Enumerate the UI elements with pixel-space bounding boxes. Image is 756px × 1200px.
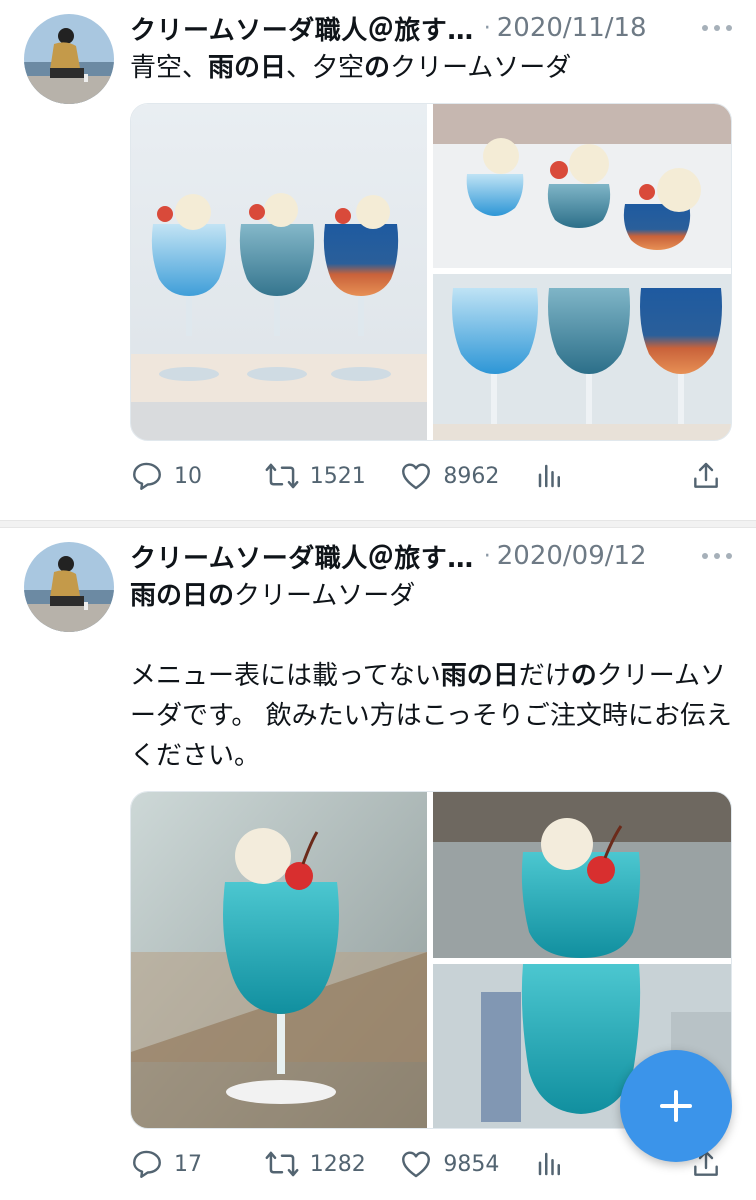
text-paragraph: メニュー表には載ってない雨の日だけのクリームソーダです。 飲みたい方はこっそりご… bbox=[130, 656, 736, 776]
tweet-date[interactable]: 2020/09/12 bbox=[497, 541, 647, 571]
tweet-header: クリームソーダ職人＠旅す… · 2020/09/12 bbox=[130, 536, 732, 576]
like-button[interactable]: 9854 bbox=[399, 1147, 535, 1181]
tweet-header: クリームソーダ職人＠旅す… · 2020/11/18 bbox=[130, 8, 732, 48]
retweet-count: 1521 bbox=[309, 463, 366, 489]
retweet-count: 1282 bbox=[309, 1151, 366, 1177]
text-segment-bold: 雨の日 bbox=[440, 661, 519, 691]
text-segment: メニュー表には載ってない bbox=[130, 661, 441, 691]
speech-bubble-icon bbox=[133, 462, 161, 490]
media-grid[interactable] bbox=[130, 103, 732, 441]
share-button[interactable] bbox=[690, 460, 732, 492]
retweet-arrows-icon bbox=[265, 1151, 299, 1177]
tweet-text: 雨の日のクリームソーダ メニュー表には載ってない雨の日だけのクリームソーダです。… bbox=[130, 576, 736, 776]
tweet-text: 青空、雨の日、夕空のクリームソーダ bbox=[130, 48, 736, 88]
share-upload-icon bbox=[694, 462, 718, 488]
more-dots-icon[interactable] bbox=[702, 16, 732, 40]
text-segment: 、夕空 bbox=[286, 53, 365, 83]
heart-icon bbox=[402, 463, 431, 490]
bar-chart-icon bbox=[538, 464, 560, 488]
plus-icon bbox=[660, 1090, 692, 1122]
avatar[interactable] bbox=[24, 542, 114, 632]
avatar[interactable] bbox=[24, 14, 114, 104]
tweet-date[interactable]: 2020/11/18 bbox=[497, 13, 647, 43]
like-button[interactable]: 8962 bbox=[399, 459, 535, 493]
compose-button[interactable] bbox=[620, 1050, 732, 1162]
separator-dot: · bbox=[483, 15, 491, 41]
text-segment: 青空、 bbox=[130, 53, 209, 83]
views-button[interactable] bbox=[535, 461, 690, 491]
author-name[interactable]: クリームソーダ職人＠旅す… bbox=[130, 538, 474, 575]
like-count: 8962 bbox=[443, 463, 500, 489]
tweet[interactable]: クリームソーダ職人＠旅す… · 2020/11/18 青空、雨の日、夕空のクリー… bbox=[0, 0, 756, 520]
text-segment-bold: 雨の日の bbox=[130, 581, 235, 611]
like-count: 9854 bbox=[443, 1151, 500, 1177]
reply-count: 17 bbox=[174, 1151, 202, 1177]
bar-chart-icon bbox=[538, 1152, 560, 1176]
heart-icon bbox=[402, 1151, 431, 1178]
text-segment-bold: の bbox=[364, 53, 391, 83]
text-line: 雨の日のクリームソーダ bbox=[130, 576, 736, 616]
tweet-divider bbox=[0, 520, 756, 528]
author-name[interactable]: クリームソーダ職人＠旅す… bbox=[130, 10, 474, 47]
text-segment-bold: 雨の日 bbox=[208, 53, 287, 83]
text-segment: だけ bbox=[518, 661, 571, 691]
text-segment: クリームソーダ bbox=[234, 581, 416, 611]
action-bar: 10 1521 8962 bbox=[130, 456, 732, 496]
reply-button[interactable]: 17 bbox=[130, 1147, 264, 1181]
retweet-button[interactable]: 1521 bbox=[264, 459, 400, 493]
more-dots-icon[interactable] bbox=[702, 544, 732, 568]
speech-bubble-icon bbox=[133, 1150, 161, 1178]
text-segment: クリームソーダ bbox=[390, 53, 572, 83]
separator-dot: · bbox=[483, 543, 491, 569]
reply-count: 10 bbox=[174, 463, 202, 489]
retweet-button[interactable]: 1282 bbox=[264, 1147, 400, 1181]
retweet-arrows-icon bbox=[265, 463, 299, 489]
reply-button[interactable]: 10 bbox=[130, 459, 264, 493]
text-segment-bold: の bbox=[570, 661, 597, 691]
